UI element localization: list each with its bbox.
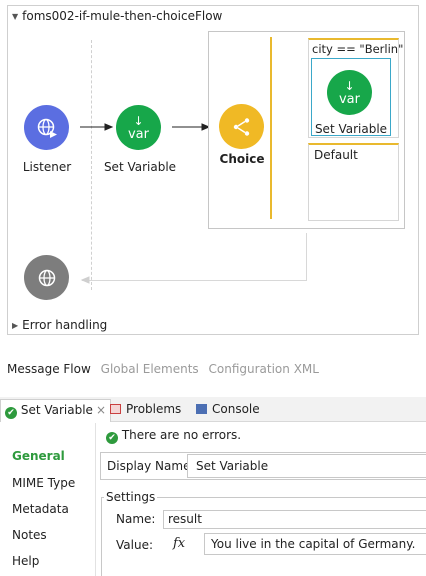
expand-triangle-icon[interactable]: ▶: [12, 321, 18, 330]
name-label: Name:: [116, 512, 156, 526]
set-variable-icon: ↓ var: [127, 113, 149, 142]
tab-problems-label: Problems: [126, 402, 182, 416]
tab-console-label: Console: [212, 402, 260, 416]
default-route-label: Default: [314, 148, 358, 162]
side-nav-help[interactable]: Help: [12, 554, 39, 568]
set-variable-icon: ↓ var: [338, 78, 360, 107]
globe-listener-icon: [37, 118, 57, 138]
route-condition: city == "Berlin": [312, 42, 404, 56]
listener-node[interactable]: [24, 105, 69, 150]
choice-label: Choice: [219, 152, 265, 166]
tab-problems[interactable]: Problems: [110, 402, 181, 416]
display-name-label: Display Name:: [107, 459, 195, 473]
choice-router-bar: [270, 37, 272, 219]
tab-global-elements[interactable]: Global Elements: [101, 362, 199, 376]
problems-icon: [110, 404, 121, 414]
listener-label: Listener: [22, 160, 72, 174]
status-message: ✔ There are no errors.: [106, 428, 241, 444]
close-icon[interactable]: ×: [96, 403, 106, 417]
error-handling-section[interactable]: ▶ Error handling: [12, 318, 107, 332]
globe-icon: [38, 269, 55, 286]
route-set-variable-label: Set Variable: [314, 122, 388, 136]
console-icon: [196, 404, 207, 414]
tab-set-variable[interactable]: ✔ Set Variable ×: [0, 399, 111, 422]
choice-node[interactable]: [219, 104, 264, 149]
display-name-input[interactable]: Set Variable: [187, 454, 426, 478]
status-message-text: There are no errors.: [121, 428, 242, 442]
tab-console[interactable]: Console: [196, 402, 260, 416]
check-circle-icon: ✔: [5, 407, 17, 419]
settings-legend: Settings: [104, 490, 158, 504]
tab-message-flow[interactable]: Message Flow: [7, 362, 91, 376]
side-nav-metadata[interactable]: Metadata: [12, 502, 69, 516]
side-nav-general[interactable]: General: [12, 449, 65, 463]
error-source-node[interactable]: [24, 255, 69, 300]
route-set-variable-node[interactable]: ↓ var: [327, 70, 372, 115]
side-nav-divider: [95, 423, 96, 576]
value-input[interactable]: You live in the capital of Germany.: [204, 533, 426, 555]
check-circle-icon: ✔: [106, 432, 118, 444]
side-nav-mime-type[interactable]: MIME Type: [12, 476, 75, 490]
editor-tab-bar: Message Flow Global Elements Configurati…: [7, 362, 325, 376]
set-variable-label: Set Variable: [103, 160, 177, 174]
set-variable-node[interactable]: ↓ var: [116, 105, 161, 150]
tab-configuration-xml[interactable]: Configuration XML: [209, 362, 319, 376]
value-label: Value:: [116, 538, 153, 552]
error-handling-label: Error handling: [22, 318, 108, 332]
fx-expression-icon[interactable]: fx: [173, 536, 185, 551]
name-input[interactable]: result: [163, 510, 426, 529]
side-nav-notes[interactable]: Notes: [12, 528, 47, 542]
tab-set-variable-label: Set Variable: [20, 403, 93, 417]
branch-choice-icon: [233, 117, 249, 136]
